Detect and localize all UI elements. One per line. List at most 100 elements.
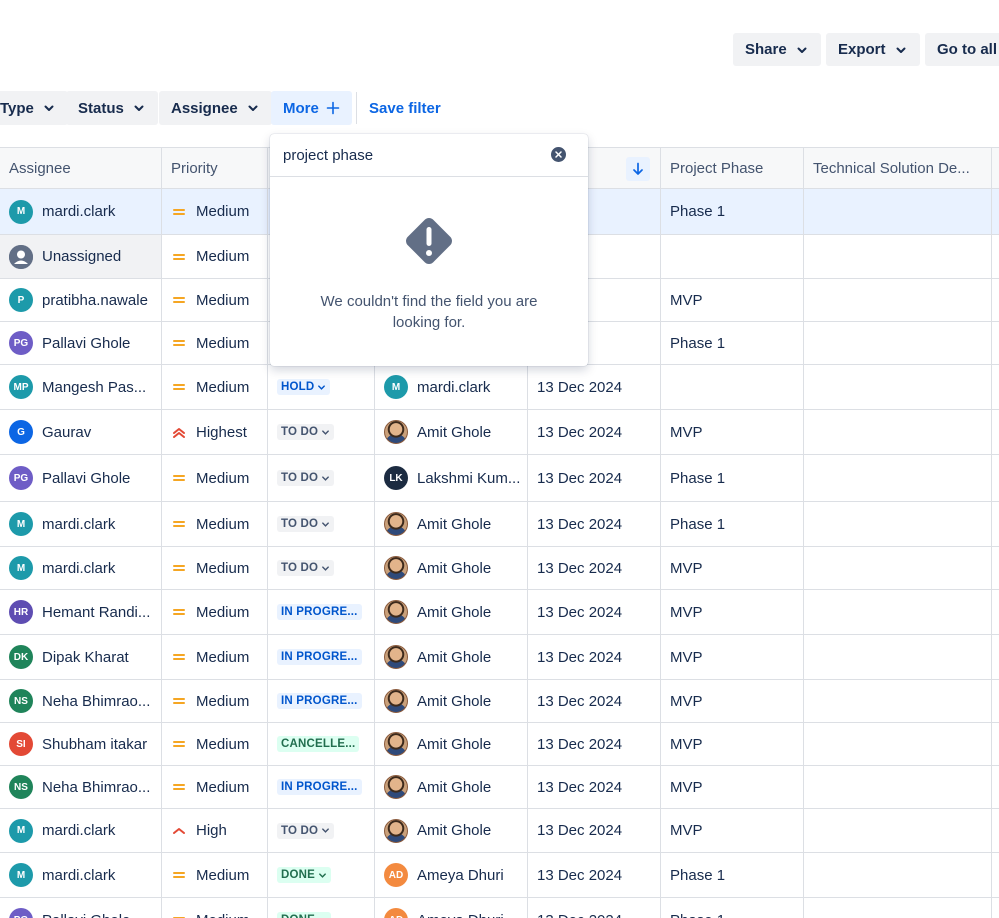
priority-cell[interactable]: Medium	[162, 723, 268, 765]
assignee-cell[interactable]: Mmardi.clark	[0, 809, 162, 852]
assignee-cell[interactable]: Mmardi.clark	[0, 502, 162, 546]
table-row[interactable]: Mmardi.clark Medium TO DO Amit Ghole 13 Dec …	[0, 502, 999, 547]
table-row[interactable]: Mmardi.clark Medium TO DO Amit Ghole 13 Dec …	[0, 547, 999, 590]
priority-cell[interactable]: Highest	[162, 410, 268, 454]
project-phase-cell[interactable]: MVP	[661, 547, 804, 589]
project-phase-cell[interactable]: Phase 1	[661, 853, 804, 897]
reporter-cell[interactable]: Amit Ghole	[375, 635, 528, 679]
technical-solution-cell[interactable]	[804, 590, 992, 634]
table-row[interactable]: G Gaurav Highest TO DO Amit Ghole 13 Dec 2024…	[0, 410, 999, 455]
table-row[interactable]: NS Neha Bhimrao... Medium IN PROGRE... Amit …	[0, 680, 999, 723]
table-row[interactable]: PG Pallavi Ghole Medium TO DO LK Lakshmi Kum.…	[0, 455, 999, 502]
priority-cell[interactable]: Medium	[162, 853, 268, 897]
technical-solution-cell[interactable]	[804, 635, 992, 679]
export-button[interactable]: Export	[826, 33, 920, 66]
priority-cell[interactable]: Medium	[162, 635, 268, 679]
field-search-input[interactable]: project phase	[270, 134, 588, 177]
priority-cell[interactable]: Medium	[162, 455, 268, 501]
status-cell[interactable]: HOLD	[268, 365, 375, 409]
status-lozenge[interactable]: IN PROGRE...	[277, 779, 362, 795]
reporter-cell[interactable]: AD Ameya Dhuri	[375, 898, 528, 918]
technical-solution-cell[interactable]	[804, 809, 992, 852]
priority-cell[interactable]: Medium	[162, 547, 268, 589]
table-row[interactable]: DK Dipak Kharat Medium IN PROGRE... Amit Gho…	[0, 635, 999, 680]
status-lozenge[interactable]: TO DO	[277, 560, 335, 576]
reporter-cell[interactable]: Mmardi.clark	[375, 365, 528, 409]
project-phase-cell[interactable]: MVP	[661, 809, 804, 852]
table-row[interactable]: Mmardi.clark High TO DO Amit Ghole 13 Dec 20…	[0, 809, 999, 853]
table-row[interactable]: HR Hemant Randi... Medium IN PROGRE... Amit …	[0, 590, 999, 635]
assignee-cell[interactable]: PG Pallavi Ghole	[0, 322, 162, 364]
reporter-cell[interactable]: Amit Ghole	[375, 723, 528, 765]
technical-solution-cell[interactable]	[804, 279, 992, 321]
status-cell[interactable]: TO DO	[268, 547, 375, 589]
technical-solution-cell[interactable]	[804, 853, 992, 897]
project-phase-cell[interactable]: MVP	[661, 723, 804, 765]
status-lozenge[interactable]: IN PROGRE...	[277, 649, 362, 665]
project-phase-cell[interactable]: Phase 1	[661, 502, 804, 546]
clear-search-icon[interactable]	[551, 147, 566, 162]
status-cell[interactable]: TO DO	[268, 410, 375, 454]
status-cell[interactable]: IN PROGRE...	[268, 590, 375, 634]
reporter-cell[interactable]: Amit Ghole	[375, 680, 528, 722]
assignee-cell[interactable]: Ppratibha.nawale	[0, 279, 162, 321]
reporter-cell[interactable]: Amit Ghole	[375, 502, 528, 546]
status-lozenge[interactable]: TO DO	[277, 424, 335, 440]
priority-cell[interactable]: Medium	[162, 502, 268, 546]
more-filters-button[interactable]: More	[271, 91, 352, 125]
share-button[interactable]: Share	[733, 33, 821, 66]
status-cell[interactable]: DONE	[268, 853, 375, 897]
priority-cell[interactable]: High	[162, 809, 268, 852]
priority-cell[interactable]: Medium	[162, 766, 268, 808]
priority-cell[interactable]: Medium	[162, 898, 268, 918]
reporter-cell[interactable]: Amit Ghole	[375, 590, 528, 634]
reporter-cell[interactable]: Amit Ghole	[375, 809, 528, 852]
technical-solution-cell[interactable]	[804, 410, 992, 454]
assignee-cell[interactable]: Mmardi.clark	[0, 853, 162, 897]
status-lozenge[interactable]: DONE	[277, 867, 332, 883]
status-cell[interactable]: TO DO	[268, 502, 375, 546]
assignee-cell[interactable]: MP Mangesh Pas...	[0, 365, 162, 409]
status-filter-button[interactable]: Status	[66, 91, 158, 125]
technical-solution-cell[interactable]	[804, 680, 992, 722]
table-row[interactable]: SI Shubham itakar Medium CANCELLE... Amit Gh…	[0, 723, 999, 766]
technical-solution-cell[interactable]	[804, 365, 992, 409]
reporter-cell[interactable]: Amit Ghole	[375, 410, 528, 454]
table-row[interactable]: NS Neha Bhimrao... Medium IN PROGRE... Amit …	[0, 766, 999, 809]
technical-solution-cell[interactable]	[804, 189, 992, 234]
status-cell[interactable]: TO DO	[268, 455, 375, 501]
project-phase-cell[interactable]: MVP	[661, 410, 804, 454]
reporter-cell[interactable]: AD Ameya Dhuri	[375, 853, 528, 897]
table-row[interactable]: Mmardi.clark Medium DONE AD Ameya Dhuri 13 De…	[0, 853, 999, 898]
project-phase-cell[interactable]	[661, 235, 804, 278]
assignee-cell[interactable]: NS Neha Bhimrao...	[0, 680, 162, 722]
project-phase-cell[interactable]: Phase 1	[661, 189, 804, 234]
table-row[interactable]: PG Pallavi Ghole Medium DONE AD Ameya Dhuri 13…	[0, 898, 999, 918]
column-header-priority[interactable]: Priority	[162, 148, 268, 189]
technical-solution-cell[interactable]	[804, 723, 992, 765]
status-cell[interactable]: IN PROGRE...	[268, 766, 375, 808]
technical-solution-cell[interactable]	[804, 547, 992, 589]
priority-cell[interactable]: Medium	[162, 279, 268, 321]
project-phase-cell[interactable]: Phase 1	[661, 322, 804, 364]
reporter-cell[interactable]: Amit Ghole	[375, 766, 528, 808]
status-lozenge[interactable]: IN PROGRE...	[277, 604, 362, 620]
status-cell[interactable]: IN PROGRE...	[268, 635, 375, 679]
project-phase-cell[interactable]: MVP	[661, 590, 804, 634]
priority-cell[interactable]: Medium	[162, 322, 268, 364]
status-lozenge[interactable]: TO DO	[277, 822, 335, 839]
assignee-cell[interactable]: HR Hemant Randi...	[0, 590, 162, 634]
project-phase-cell[interactable]	[661, 365, 804, 409]
priority-cell[interactable]: Medium	[162, 235, 268, 278]
priority-cell[interactable]: Medium	[162, 365, 268, 409]
technical-solution-cell[interactable]	[804, 235, 992, 278]
technical-solution-cell[interactable]	[804, 898, 992, 918]
assignee-cell[interactable]: PG Pallavi Ghole	[0, 455, 162, 501]
status-lozenge[interactable]: CANCELLE...	[277, 736, 360, 752]
table-row[interactable]: MP Mangesh Pas... Medium HOLD Mmardi.clark 13…	[0, 365, 999, 410]
assignee-cell[interactable]: SI Shubham itakar	[0, 723, 162, 765]
column-header-technical-solution[interactable]: Technical Solution De...	[804, 148, 992, 189]
status-cell[interactable]: TO DO	[268, 809, 375, 852]
save-filter-link[interactable]: Save filter	[369, 91, 441, 125]
column-header-project-phase[interactable]: Project Phase	[661, 148, 804, 189]
